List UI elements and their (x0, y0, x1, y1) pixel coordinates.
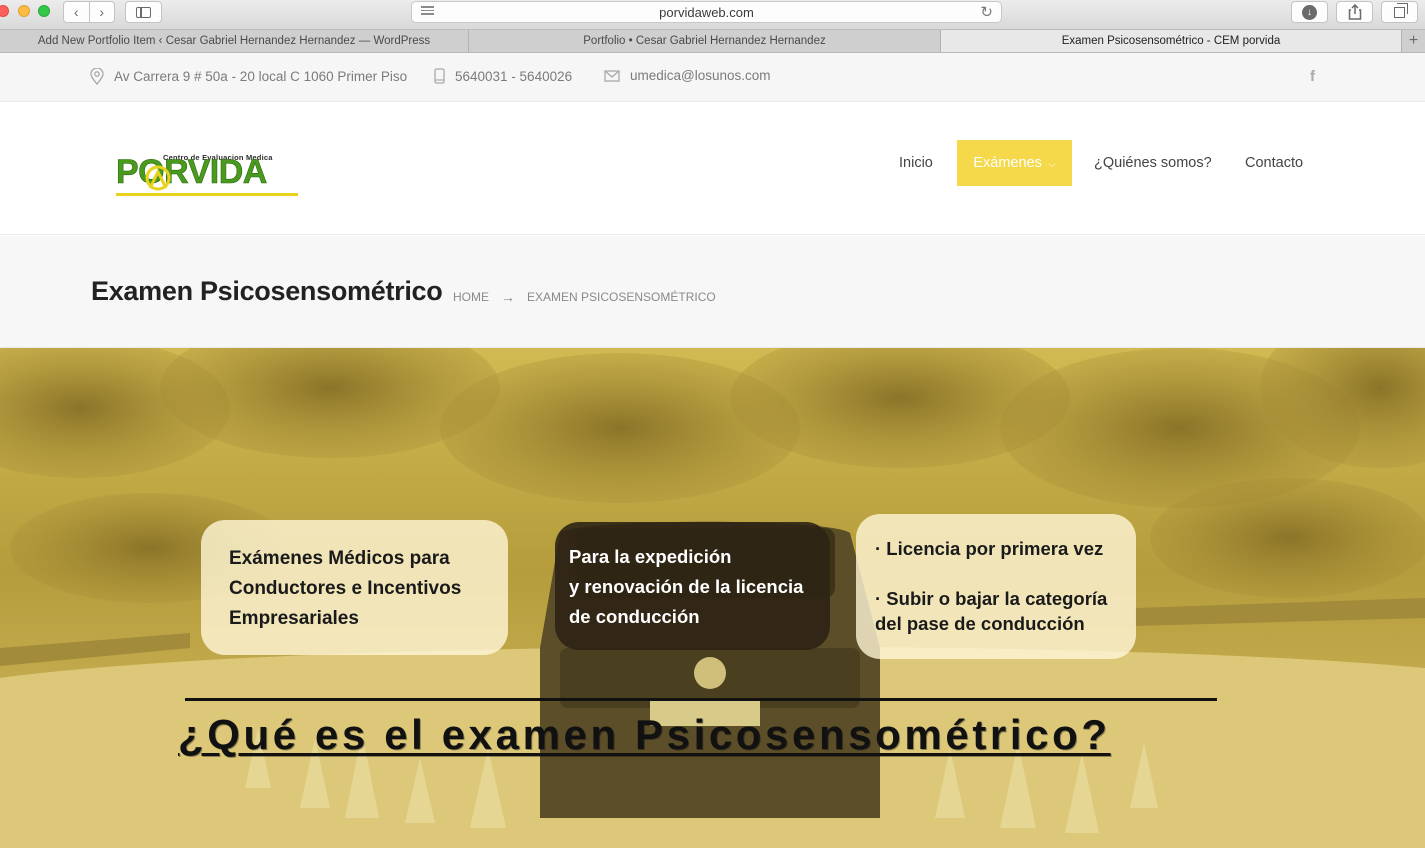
breadcrumb: Home → Examen Psicosensométrico (453, 289, 716, 305)
share-icon (1348, 4, 1361, 20)
forward-icon[interactable]: › (90, 4, 115, 20)
phone-text: 5640031 - 5640026 (455, 68, 573, 84)
browser-toolbar: ‹ › porvidaweb.com ↻ ↓ (0, 0, 1425, 30)
hero-heading: ¿Qué es el examen Psicosensométrico? (178, 711, 1111, 758)
back-icon[interactable]: ‹ (64, 4, 89, 20)
close-window-button[interactable] (0, 5, 9, 17)
breadcrumb-current: Examen Psicosensométrico (527, 290, 716, 304)
tab-examen-active[interactable]: Examen Psicosensométrico - CEM porvida (941, 30, 1402, 52)
share-button[interactable] (1336, 1, 1373, 23)
email-text: umedica@losunos.com (630, 68, 771, 83)
download-icon: ↓ (1302, 4, 1317, 20)
card2-line-2: y renovación de la licencia (569, 576, 804, 597)
card2-line-3: de conducción (569, 606, 700, 627)
card2-line-1: Para la expedición (569, 546, 732, 567)
contact-address: Av Carrera 9 # 50a - 20 local C 1060 Pri… (90, 68, 407, 85)
minimize-window-button[interactable] (18, 5, 30, 17)
card3-line-2: · Subir o bajar la categoría (875, 588, 1108, 609)
chevron-down-icon: ⌵ (1048, 158, 1056, 169)
hero-banner: Exámenes Médicos para Conductores e Ince… (0, 348, 1425, 848)
card1-line-3: Empresariales (229, 608, 359, 629)
tab-wordpress[interactable]: Add New Portfolio Item ‹ Cesar Gabriel H… (0, 30, 469, 52)
reload-icon[interactable]: ↻ (980, 3, 993, 21)
facebook-icon[interactable]: f (1310, 68, 1315, 85)
site-header: Centro de Evaluacion Medica PORVIDA Inic… (0, 102, 1425, 235)
site-logo[interactable]: Centro de Evaluacion Medica PORVIDA (116, 145, 301, 199)
logo-figure-icon (145, 165, 171, 191)
card1-line-1: Exámenes Médicos para (229, 548, 450, 569)
reader-view-icon[interactable] (421, 6, 434, 18)
page-bottom (0, 848, 1425, 864)
logo-underline (116, 193, 298, 196)
tab-overview-icon (1394, 2, 1408, 18)
info-card-licencia: Para la expedición y renovación de la li… (555, 522, 830, 650)
card1-line-2: Conductores e Incentivos (229, 578, 462, 599)
nav-inicio[interactable]: Inicio (899, 140, 933, 186)
logo-wordmark: PORVIDA (116, 153, 268, 191)
phone-icon (434, 68, 445, 84)
sidebar-icon (136, 6, 151, 18)
url-text: porvidaweb.com (659, 4, 754, 20)
breadcrumb-home[interactable]: Home (453, 290, 489, 304)
tab-overview-button[interactable] (1381, 1, 1418, 23)
nav-examenes-label: Exámenes (973, 155, 1042, 171)
contact-email[interactable]: umedica@losunos.com (604, 68, 771, 83)
contact-info-bar: Av Carrera 9 # 50a - 20 local C 1060 Pri… (0, 53, 1425, 102)
downloads-button[interactable]: ↓ (1291, 1, 1328, 23)
zoom-window-button[interactable] (38, 5, 50, 17)
address-text: Av Carrera 9 # 50a - 20 local C 1060 Pri… (114, 69, 408, 84)
page-title-bar: Examen Psicosensométrico Home → Examen P… (0, 236, 1425, 348)
history-nav: ‹ › (63, 1, 115, 23)
tab-portfolio[interactable]: Portfolio • Cesar Gabriel Hernandez Hern… (469, 30, 941, 52)
contact-phone: 5640031 - 5640026 (434, 68, 572, 84)
new-tab-button[interactable]: + (1402, 30, 1425, 52)
breadcrumb-arrow-icon: → (501, 289, 515, 305)
envelope-icon (604, 69, 620, 82)
hero-divider (185, 698, 1217, 701)
info-card-categorias: · Licencia por primera vez · Subir o baj… (856, 514, 1136, 659)
card3-line-1: · Licencia por primera vez (875, 538, 1104, 559)
tab-bar: Add New Portfolio Item ‹ Cesar Gabriel H… (0, 30, 1425, 53)
card3-line-3: del pase de conducción (875, 613, 1085, 634)
map-pin-icon (90, 68, 104, 85)
nav-quienes-somos[interactable]: ¿Quiénes somos? (1094, 140, 1212, 186)
sidebar-toggle-button[interactable] (125, 1, 162, 23)
info-card-conductores: Exámenes Médicos para Conductores e Ince… (201, 520, 508, 655)
nav-contacto[interactable]: Contacto (1245, 140, 1303, 186)
nav-examenes[interactable]: Exámenes ⌵ (957, 140, 1072, 186)
address-bar[interactable]: porvidaweb.com ↻ (411, 1, 1002, 23)
page-title: Examen Psicosensométrico (91, 276, 443, 306)
